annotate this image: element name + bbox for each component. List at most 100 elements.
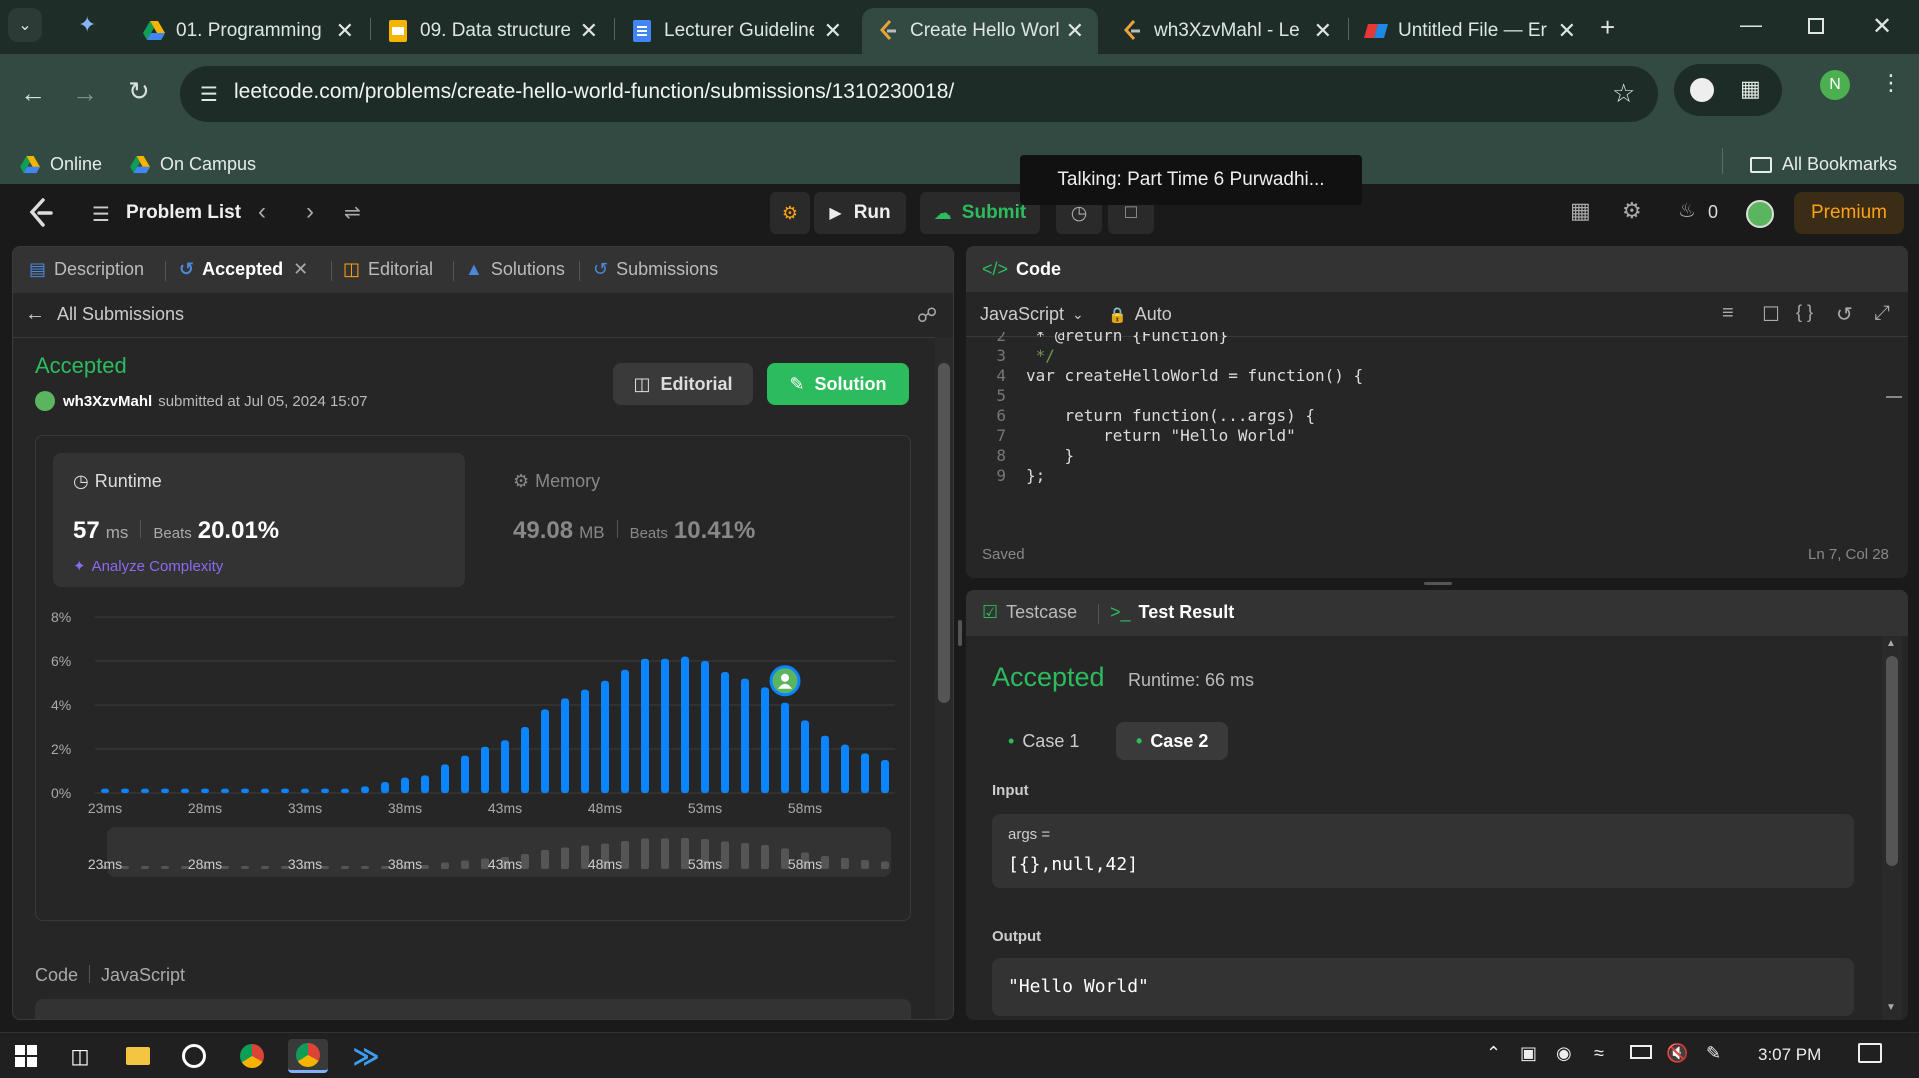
clock-time[interactable]: 3:07 PM [1758,1045,1821,1065]
language-select[interactable]: JavaScript ⌄ [980,304,1084,325]
chart-bar[interactable] [201,788,209,793]
chevron-up-icon[interactable]: ⌃ [1486,1043,1501,1064]
bookmark-icon[interactable]: ☐ [1762,302,1780,327]
close-icon[interactable]: ✕ [1314,18,1332,44]
runtime-distribution-chart[interactable]: 8% 6% 4% 2% 0% 23ms 28ms 33ms 38ms 43ms 48ms 53ms 58… [35,597,911,927]
camera-icon[interactable]: ▣ [1520,1043,1537,1064]
minimize-window-icon[interactable]: — [1740,12,1762,38]
chevron-right-icon[interactable]: › [306,198,314,226]
link-icon[interactable]: ☍ [917,303,937,328]
chart-bar[interactable] [701,661,709,793]
tab-submissions[interactable]: ↺ Submissions [593,259,718,280]
chart-bar[interactable] [161,788,169,793]
format-icon[interactable]: ≡ [1722,302,1734,325]
chart-bar[interactable] [221,788,229,793]
profile-avatar[interactable]: N [1820,70,1850,100]
solution-button[interactable]: ✎ Solution [767,363,909,405]
browser-tab-4-active[interactable]: Create Hello World ✕ [862,8,1098,54]
microphone-icon[interactable]: ◉ [1556,1043,1572,1064]
close-icon[interactable]: ✕ [336,18,354,44]
username[interactable]: wh3XzvMahl [63,393,152,410]
chart-bar[interactable] [121,788,129,793]
chart-bar[interactable] [801,720,809,793]
chart-bar[interactable] [581,689,589,793]
chart-bar[interactable] [461,755,469,793]
bookmark-on-campus[interactable]: On Campus [130,154,256,175]
streak-fire-icon[interactable]: ♨ [1678,198,1696,223]
new-tab-plus-icon[interactable]: + [1600,12,1615,43]
chart-bar[interactable] [401,777,409,793]
close-icon[interactable]: ✕ [1066,18,1084,44]
premium-button[interactable]: Premium [1794,192,1904,234]
chart-bar[interactable] [341,788,349,793]
chart-bar[interactable] [361,786,369,793]
browser-tab-3[interactable]: Lecturer Guideline ✕ [616,8,856,54]
auto-mode-toggle[interactable]: 🔒 Auto [1108,304,1172,325]
browser-tab-1[interactable]: 01. Programming ✕ [128,8,368,54]
tab-solutions[interactable]: ▲ Solutions [465,259,565,280]
tab-test-result[interactable]: >_ Test Result [1110,602,1234,623]
chart-bar[interactable] [421,775,429,793]
chart-bar[interactable] [661,658,669,793]
curly-braces-icon[interactable]: { } [1796,302,1813,323]
leetcode-logo-icon[interactable] [28,198,54,228]
gear-icon[interactable]: ⚙ [1622,198,1642,224]
chart-bar[interactable] [681,656,689,793]
chart-bar[interactable] [641,658,649,793]
chart-bar[interactable] [501,740,509,793]
vertical-resize-handle[interactable] [958,620,962,646]
chart-bar[interactable] [741,678,749,793]
address-bar[interactable]: ☰ leetcode.com/problems/create-hello-wor… [180,66,1658,122]
scrollbar-thumb[interactable] [938,363,950,703]
memory-card[interactable]: ⚙ Memory 49.08 MB Beats 10.41% [503,453,883,587]
browser-tab-6[interactable]: Untitled File — Er ✕ [1350,8,1590,54]
horizontal-resize-handle[interactable] [1424,582,1452,585]
browser-tab-2[interactable]: 09. Data structure ✕ [372,8,612,54]
chart-bar[interactable] [781,702,789,793]
tab-description[interactable]: ▤ Description [29,259,144,280]
task-view-icon[interactable]: ◫ [60,1039,100,1073]
gemini-sparkle-icon[interactable]: ✦ [78,12,96,38]
scroll-up-icon[interactable]: ▲ [1886,638,1896,649]
chart-bar[interactable] [241,788,249,793]
vscode-icon[interactable]: ≫ [346,1039,386,1073]
analyze-complexity-link[interactable]: ✦ Analyze Complexity [73,557,223,576]
runtime-card[interactable]: ◷ Runtime 57 ms Beats 20.01% ✦ Analyze Com… [53,453,465,587]
chart-bar[interactable] [441,764,449,793]
close-icon[interactable]: ✕ [580,18,598,44]
chrome-active-icon[interactable] [288,1039,328,1073]
pen-icon[interactable]: ✎ [1706,1043,1721,1064]
chart-bar[interactable] [101,788,109,793]
case-2-tab[interactable]: • Case 2 [1116,722,1229,760]
case-1-tab[interactable]: • Case 1 [992,722,1095,760]
bookmark-online[interactable]: Online [20,154,102,175]
chart-bar[interactable] [181,788,189,793]
forward-arrow-icon[interactable]: → [72,78,98,109]
browser-tab-5[interactable]: wh3XzvMahl - Le ✕ [1106,8,1346,54]
code-editor[interactable]: 2 * @return {Function} 3 */ 4 var createHel… [966,332,1908,522]
chart-bar[interactable] [841,744,849,793]
whatsapp-icon[interactable] [174,1039,214,1073]
scrollbar-thumb[interactable] [1886,656,1898,866]
debug-button[interactable]: ⚙ [770,192,810,234]
chart-bar[interactable] [601,680,609,793]
puzzle-extensions-icon[interactable]: ▦ [1740,76,1761,102]
windows-start-icon[interactable] [6,1039,46,1073]
reload-icon[interactable]: ↻ [128,76,150,107]
chevron-left-icon[interactable]: ‹ [258,198,266,226]
all-submissions-link[interactable]: ← All Submissions [25,303,184,326]
tab-accepted[interactable]: ↺ Accepted ✕ [179,259,308,280]
restore-window-icon[interactable] [1808,18,1824,34]
chart-bar[interactable] [721,672,729,793]
scrollbar[interactable]: ▲ ▼ [1882,636,1902,1020]
chrome-menu-icon[interactable]: ⋮ [1880,70,1902,96]
scroll-down-icon[interactable]: ▼ [1886,1002,1896,1013]
bookmark-star-icon[interactable]: ☆ [1612,78,1635,109]
close-icon[interactable]: ✕ [293,259,308,280]
close-icon[interactable]: ✕ [824,18,842,44]
tab-search-button[interactable]: ⌄ [8,8,42,42]
chart-bar[interactable] [281,788,289,793]
problem-list-link[interactable]: Problem List [126,202,241,224]
close-icon[interactable]: ✕ [1558,18,1576,44]
volume-muted-icon[interactable]: 🔇 [1666,1043,1688,1064]
